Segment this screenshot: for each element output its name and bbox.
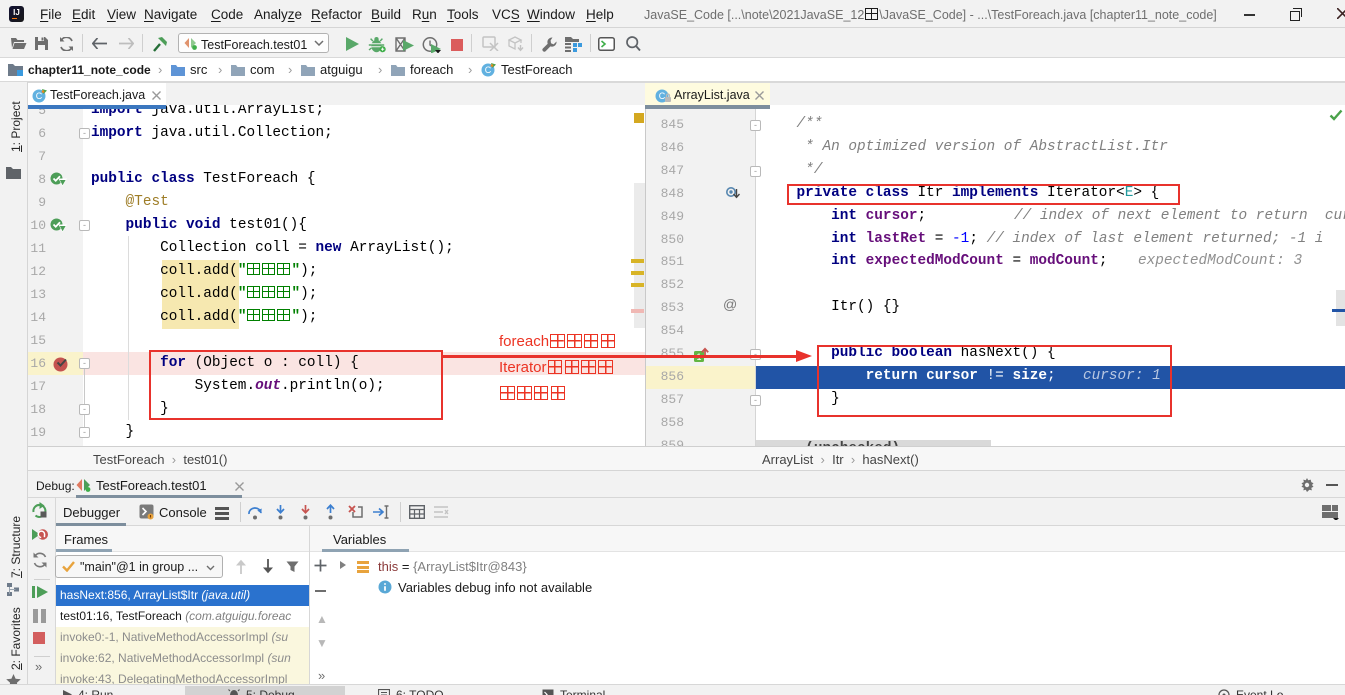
svg-text:C: C [485,65,492,75]
svg-text:C: C [659,91,666,101]
svg-text:C: C [36,91,43,101]
svg-text:1: 1 [696,352,701,362]
